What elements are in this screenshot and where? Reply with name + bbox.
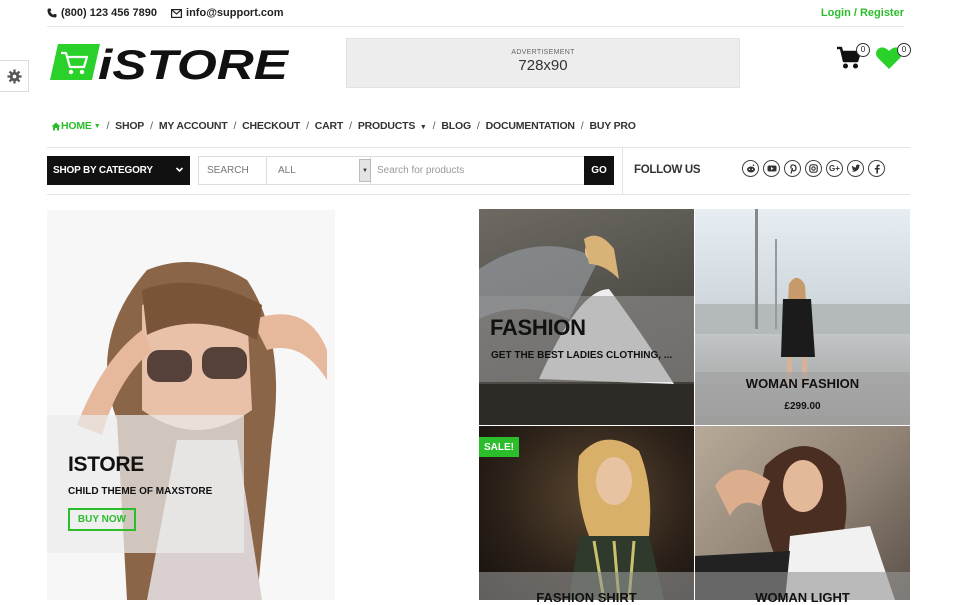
nav-checkout[interactable]: CHECKOUT: [242, 120, 300, 132]
phone-number: (800) 123 456 7890: [61, 7, 158, 19]
nav-separator: /: [476, 120, 480, 132]
youtube-icon[interactable]: [763, 160, 780, 177]
search-input[interactable]: [371, 157, 613, 184]
site-logo[interactable]: iSTORE: [50, 41, 290, 88]
woman-fashion-tile[interactable]: [695, 209, 910, 425]
woman-light-tile[interactable]: [695, 426, 910, 600]
chevron-down-icon: [175, 167, 184, 173]
pinterest-icon[interactable]: [784, 160, 801, 177]
fashion-subtitle: GET THE BEST LADIES CLOTHING, ...: [491, 350, 673, 361]
dropdown-arrow-icon: ▼: [359, 159, 371, 182]
nav-separator: /: [349, 120, 352, 132]
settings-toggle[interactable]: [0, 60, 29, 92]
nav-home-label: HOME: [61, 120, 92, 132]
category-select-value: ALL: [278, 165, 296, 176]
login-register-link[interactable]: Login / Register: [821, 7, 904, 19]
ad-label: ADVERTISEMENT: [511, 49, 575, 56]
follow-us-label: FOLLOW US: [634, 164, 701, 176]
search-form: SEARCH ALL ▼: [198, 156, 614, 185]
hero-caption-panel: [47, 415, 244, 553]
top-bar: (800) 123 456 7890 info@support.com Logi…: [47, 0, 904, 27]
nav-separator: /: [432, 120, 436, 132]
main-nav: HOME ▼ / SHOP / MY ACCOUNT / CHECKOUT / …: [51, 120, 636, 132]
nav-separator: /: [580, 120, 584, 132]
nav-home[interactable]: HOME ▼: [51, 120, 101, 132]
sale-badge: SALE!: [479, 437, 519, 457]
shop-by-category-button[interactable]: SHOP BY CATEGORY: [47, 156, 190, 185]
envelope-icon: [171, 8, 183, 18]
nav-separator: /: [233, 120, 237, 132]
search-bar-row: SHOP BY CATEGORY SEARCH ALL ▼ GO FOLLOW …: [47, 147, 910, 195]
woman-fashion-price: £299.00: [784, 401, 821, 412]
reddit-icon[interactable]: [742, 160, 759, 177]
instagram-icon[interactable]: [805, 160, 822, 177]
nav-products-label: PRODUCTS: [357, 120, 416, 132]
chevron-down-icon: ▼: [93, 122, 101, 130]
ad-size: 728x90: [518, 57, 568, 74]
gear-icon: [6, 68, 22, 84]
hero-subtitle: CHILD THEME OF MAXSTORE: [68, 486, 213, 497]
fashion-shirt-title[interactable]: FASHION SHIRT: [479, 590, 694, 605]
hero-title: ISTORE: [68, 453, 144, 476]
search-go-button[interactable]: GO: [584, 156, 614, 185]
nav-separator: /: [306, 120, 309, 132]
phone-icon: [47, 8, 57, 18]
google-plus-icon[interactable]: G+: [826, 160, 843, 177]
nav-shop[interactable]: SHOP: [115, 120, 144, 132]
nav-products[interactable]: PRODUCTS ▼: [358, 120, 427, 132]
twitter-icon[interactable]: [847, 160, 864, 177]
home-icon: [51, 122, 61, 130]
facebook-icon[interactable]: [868, 160, 885, 177]
fashion-title[interactable]: FASHION: [490, 315, 586, 341]
nav-separator: /: [150, 120, 153, 132]
nav-my-account[interactable]: MY ACCOUNT: [159, 120, 228, 132]
advertisement-banner[interactable]: ADVERTISEMENT 728x90: [346, 38, 740, 88]
nav-blog[interactable]: BLOG: [441, 120, 471, 132]
cart-count-badge: 0: [856, 43, 870, 57]
nav-cart[interactable]: CART: [315, 120, 344, 132]
search-label: SEARCH: [199, 157, 267, 184]
category-select[interactable]: ALL ▼: [267, 157, 371, 184]
logo-graphic: iSTORE: [50, 41, 290, 88]
woman-fashion-title[interactable]: WOMAN FASHION: [695, 376, 910, 391]
social-links: G+: [742, 160, 889, 177]
nav-separator: /: [106, 120, 110, 132]
wishlist-button[interactable]: 0: [875, 43, 911, 75]
woman-light-title[interactable]: WOMAN LIGHT: [695, 590, 910, 605]
buy-now-button[interactable]: BUY NOW: [68, 508, 136, 531]
nav-documentation[interactable]: DOCUMENTATION: [486, 120, 575, 132]
cart-button[interactable]: 0: [836, 43, 870, 75]
chevron-down-icon: ▼: [419, 124, 427, 131]
email-address: info@support.com: [186, 7, 284, 19]
phone-info: (800) 123 456 7890: [47, 7, 157, 19]
logo-text: iSTORE: [98, 42, 290, 82]
nav-buy-pro[interactable]: BUY PRO: [590, 120, 636, 132]
email-info[interactable]: info@support.com: [171, 7, 284, 19]
shop-by-category-label: SHOP BY CATEGORY: [53, 165, 153, 176]
wishlist-count-badge: 0: [897, 43, 911, 57]
divider: [622, 148, 623, 194]
